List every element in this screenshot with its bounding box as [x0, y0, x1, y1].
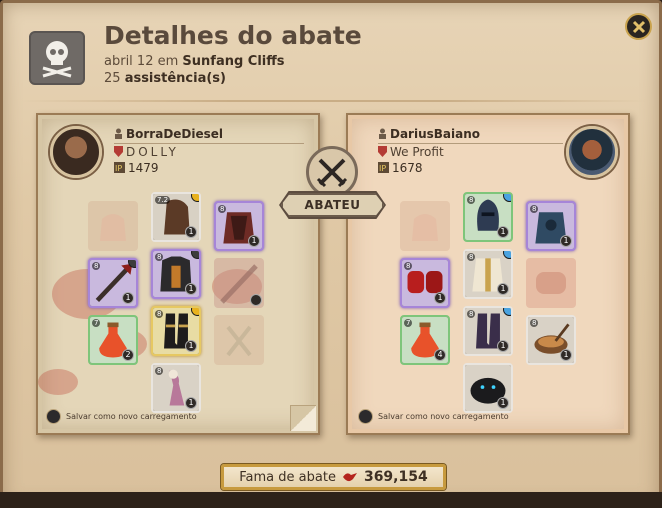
fame-drop-icon: [342, 473, 357, 482]
killed-ribbon: ABATEU: [281, 193, 384, 217]
victim-bag-slot: [400, 201, 450, 251]
kill-fame-label: Fama de abate: [239, 469, 336, 485]
killer-cape-slot[interactable]: 8 1: [214, 201, 264, 251]
killer-mainhand-slot[interactable]: 8 1: [88, 258, 138, 308]
victim-ip-line: IP 1678: [378, 161, 423, 175]
quality-star-icon: [191, 308, 199, 316]
svg-text:IP: IP: [115, 164, 122, 173]
svg-text:IP: IP: [379, 164, 386, 173]
quality-star-icon: [503, 308, 511, 316]
kill-date: abril 12: [104, 54, 154, 69]
quality-star-icon: [191, 251, 199, 259]
victim-cape-slot[interactable]: 8 1: [526, 201, 576, 251]
assists-label: assistência(s): [124, 71, 226, 86]
assists-line: 25 assistência(s): [104, 71, 226, 86]
victim-save-loadout-button[interactable]: Salvar como novo carregamento: [358, 409, 509, 424]
close-button[interactable]: [625, 13, 652, 40]
bag-placeholder-icon: [412, 214, 438, 241]
victim-panel: DariusBaiano We Profit IP 1678 8 1 8 1 8 …: [346, 113, 630, 435]
food-icon: [226, 325, 252, 357]
kill-fame-value: 369,154: [363, 469, 428, 485]
guild-shield-icon: [114, 146, 123, 157]
victim-offhand-slot: [526, 258, 576, 308]
victim-armor-slot[interactable]: 8 1: [463, 249, 513, 299]
killer-shoes-slot[interactable]: 8 1: [151, 306, 201, 356]
victim-potion-slot[interactable]: 7 4: [400, 315, 450, 365]
killer-avatar[interactable]: [50, 126, 102, 178]
kill-location: Sunfang Cliffs: [182, 54, 285, 69]
date-connector: em: [157, 54, 179, 69]
victim-head-slot[interactable]: 8 1: [463, 192, 513, 242]
killer-guild-line: DOLLY: [114, 145, 179, 159]
killer-item-power: 1479: [128, 161, 159, 175]
killer-mount-slot[interactable]: 8 1: [151, 363, 201, 413]
killer-guild[interactable]: DOLLY: [126, 145, 179, 159]
player-icon: [379, 128, 386, 139]
kill-fame-bar: Fama de abate 369,154: [221, 464, 446, 490]
quality-star-icon: [191, 194, 199, 202]
killer-potion-slot[interactable]: 7 2: [88, 315, 138, 365]
victim-name[interactable]: DariusBaiano: [390, 127, 480, 141]
player-icon: [115, 128, 122, 139]
killer-bag-slot: [88, 201, 138, 251]
victim-item-power: 1678: [392, 161, 423, 175]
skull-crossbones-icon: [29, 31, 85, 85]
killer-food-slot: [214, 315, 264, 365]
close-icon: [632, 20, 645, 33]
victim-name-line: DariusBaiano: [378, 127, 480, 141]
killer-name[interactable]: BorraDeDiesel: [126, 127, 223, 141]
killer-panel: BorraDeDiesel DOLLY IP1479 7.2 1 8 1 8: [36, 113, 320, 435]
page-title: Detalhes do abate: [104, 21, 362, 50]
header-divider: [21, 100, 647, 102]
loadout-icon: [358, 409, 373, 424]
crossed-swords-icon: [306, 146, 358, 198]
killer-save-loadout-label: Salvar como novo carregamento: [66, 412, 197, 421]
kill-details-window: Detalhes do abate abril 12 em Sunfang Cl…: [0, 0, 662, 508]
victim-food-slot[interactable]: 8 1: [526, 315, 576, 365]
bag-placeholder-icon: [100, 214, 126, 241]
item-power-icon: IP: [114, 162, 125, 173]
killer-head-slot[interactable]: 7.2 1: [151, 192, 201, 242]
assists-count: 25: [104, 71, 121, 86]
offhand-icon: [536, 272, 566, 294]
quality-star-icon: [503, 251, 511, 259]
victim-shoes-slot[interactable]: 8 1: [463, 306, 513, 356]
killer-offhand-slot: [214, 258, 264, 308]
victim-mount-slot[interactable]: 1: [463, 363, 513, 413]
quality-star-icon: [503, 194, 511, 202]
killer-save-loadout-button[interactable]: Salvar como novo carregamento: [46, 409, 197, 424]
kill-date-location: abril 12 em Sunfang Cliffs: [104, 54, 285, 69]
killer-name-line: BorraDeDiesel: [114, 127, 223, 141]
killer-armor-slot[interactable]: 8 1: [151, 249, 201, 299]
paper-corner-fold: [290, 405, 316, 431]
item-power-icon: IP: [378, 162, 389, 173]
victim-guild-line: We Profit: [378, 145, 444, 159]
background-strip: [0, 492, 662, 508]
killer-ip-line: IP 1479: [114, 161, 159, 175]
quality-star-icon: [128, 260, 136, 268]
victim-avatar[interactable]: [566, 126, 618, 178]
victim-mainhand-slot[interactable]: 8 1: [400, 258, 450, 308]
guild-shield-icon: [378, 146, 387, 157]
loadout-icon: [46, 409, 61, 424]
victim-save-loadout-label: Salvar como novo carregamento: [378, 412, 509, 421]
victim-guild[interactable]: We Profit: [390, 145, 444, 159]
